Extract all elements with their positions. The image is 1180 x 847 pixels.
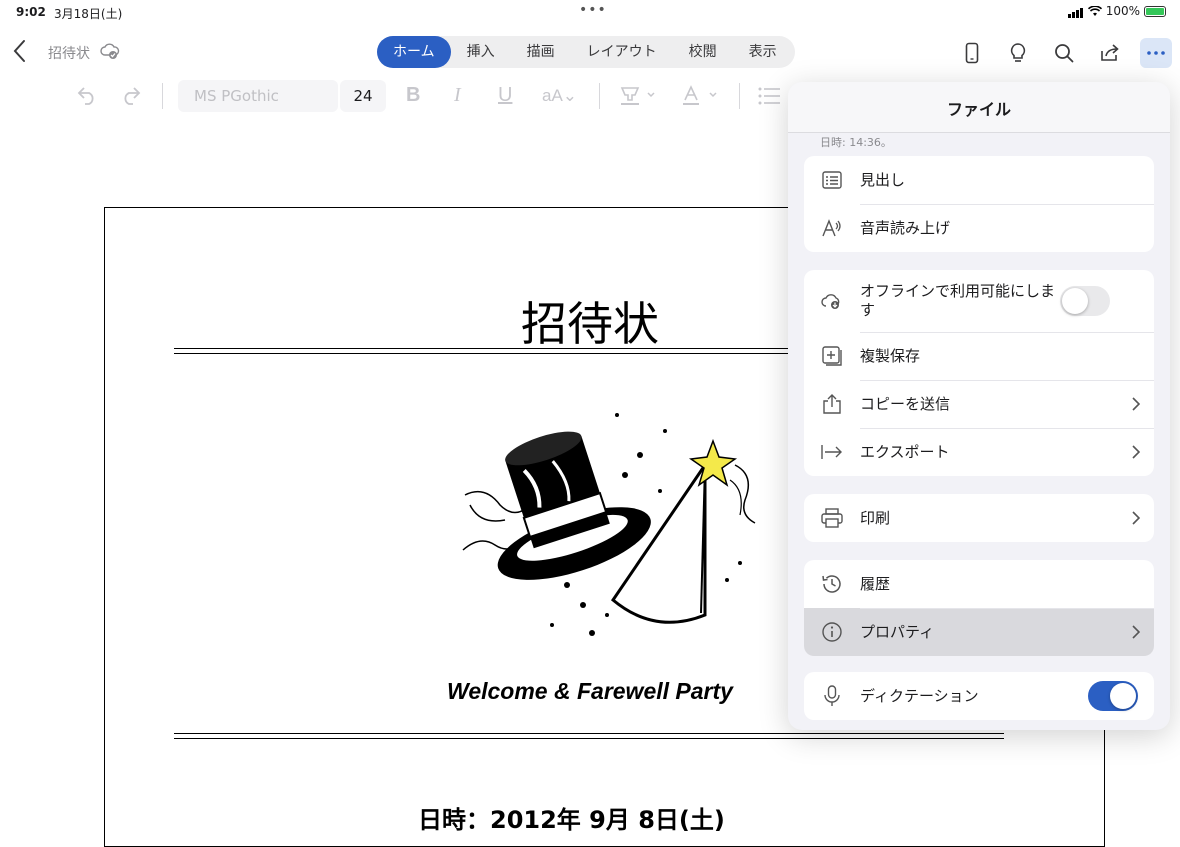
status-date: 3月18日(土) <box>54 7 123 21</box>
back-button[interactable] <box>12 38 28 68</box>
offline-item: オフラインで利用可能にします <box>804 270 1154 332</box>
upload-share-icon <box>804 393 860 415</box>
search-button[interactable] <box>1048 38 1080 68</box>
lightbulb-icon <box>1010 43 1026 62</box>
save-copy-item[interactable]: 複製保存 <box>804 332 1154 380</box>
battery-percent: 100% <box>1105 4 1140 18</box>
tab-insert[interactable]: 挿入 <box>451 36 511 68</box>
print-label: 印刷 <box>860 508 891 527</box>
chevron-left-icon <box>13 40 25 62</box>
toolbar-divider <box>162 83 163 109</box>
phone-icon <box>965 42 979 64</box>
status-bar: 9:02 3月18日(土) ••• 100% <box>0 0 1180 24</box>
chevron-right-icon <box>1118 397 1154 411</box>
tab-draw[interactable]: 描画 <box>511 36 571 68</box>
history-icon <box>804 573 860 595</box>
read-aloud-icon <box>804 218 860 238</box>
bullet-list-icon[interactable] <box>758 86 780 111</box>
panel-title: ファイル <box>946 100 1011 119</box>
save-copy-icon <box>804 345 860 367</box>
tab-review[interactable]: 校閲 <box>673 36 733 68</box>
ellipsis-icon <box>1147 51 1165 55</box>
group-navigation: 見出し 音声読み上げ <box>804 156 1154 252</box>
history-item[interactable]: 履歴 <box>804 560 1154 608</box>
panel-header: ファイル <box>788 82 1170 133</box>
toolbar-divider <box>599 83 600 109</box>
file-menu-panel: ファイル 日時: 14:36。 見出し 音声読み上げ オフラインで利用可能にしま… <box>788 82 1170 730</box>
redo-icon[interactable] <box>120 84 142 111</box>
wifi-icon <box>1087 5 1102 16</box>
read-aloud-item[interactable]: 音声読み上げ <box>804 204 1154 252</box>
properties-item[interactable]: プロパティ <box>804 608 1154 656</box>
font-size-adjust-icon[interactable]: aA⌄ <box>542 86 577 106</box>
microphone-icon <box>804 685 860 707</box>
group-file-actions: オフラインで利用可能にします 複製保存 コピーを送信 エクスポート <box>804 270 1154 476</box>
status-right: 100% <box>1067 4 1166 18</box>
send-copy-label: コピーを送信 <box>860 394 951 413</box>
panel-subtext: 日時: 14:36。 <box>820 136 892 149</box>
dictation-item: ディクテーション <box>804 672 1154 720</box>
status-time: 9:02 <box>16 5 46 19</box>
bold-icon[interactable]: B <box>406 84 420 107</box>
toolbar-divider <box>739 83 740 109</box>
tab-layout[interactable]: レイアウト <box>571 36 673 68</box>
font-size-field[interactable]: 24 <box>340 80 386 112</box>
search-icon <box>1055 44 1074 63</box>
headings-item[interactable]: 見出し <box>804 156 1154 204</box>
history-label: 履歴 <box>860 574 891 593</box>
info-icon <box>804 621 860 643</box>
cloud-saved-icon[interactable] <box>100 42 120 64</box>
highlighter-icon[interactable] <box>618 84 658 111</box>
font-name-field[interactable]: MS PGothic <box>178 80 338 112</box>
export-item[interactable]: エクスポート <box>804 428 1154 476</box>
cloud-download-icon <box>804 292 860 310</box>
ideas-button[interactable] <box>1002 38 1034 68</box>
battery-icon <box>1144 5 1166 17</box>
more-options-button[interactable] <box>1140 38 1172 68</box>
list-icon <box>804 171 860 189</box>
dictation-label: ディクテーション <box>860 686 979 705</box>
party-hats-clipart[interactable] <box>455 405 775 649</box>
italic-icon[interactable]: I <box>454 84 461 107</box>
print-item[interactable]: 印刷 <box>804 494 1154 542</box>
tab-view[interactable]: 表示 <box>733 36 793 68</box>
document-title[interactable]: 招待状 <box>48 43 90 63</box>
chevron-right-icon <box>1118 625 1154 639</box>
tab-home[interactable]: ホーム <box>377 36 451 68</box>
export-icon <box>804 444 860 460</box>
font-color-icon[interactable] <box>680 84 722 111</box>
share-button[interactable] <box>1094 38 1126 68</box>
group-print: 印刷 <box>804 494 1154 542</box>
chevron-right-icon <box>1118 511 1154 525</box>
share-icon <box>1101 44 1119 61</box>
export-label: エクスポート <box>860 442 950 461</box>
headings-label: 見出し <box>860 170 906 189</box>
offline-toggle[interactable] <box>1060 286 1110 316</box>
group-dictation: ディクテーション <box>804 672 1154 720</box>
printer-icon <box>804 508 860 528</box>
offline-label: オフラインで利用可能にします <box>860 282 1056 319</box>
event-date-line[interactable]: 日時：2012年 9月 8日(土) <box>418 800 725 835</box>
double-rule-bottom <box>174 733 1004 739</box>
send-copy-item[interactable]: コピーを送信 <box>804 380 1154 428</box>
cellular-signal-icon <box>1067 4 1084 18</box>
undo-icon[interactable] <box>76 84 98 111</box>
ribbon-tabs: ホーム 挿入 描画 レイアウト 校閲 表示 <box>377 36 795 68</box>
multitasking-dots-icon[interactable]: ••• <box>579 2 607 18</box>
underline-icon[interactable]: U <box>498 84 512 107</box>
chevron-right-icon <box>1118 445 1154 459</box>
group-info: 履歴 プロパティ <box>804 560 1154 656</box>
mobile-view-button[interactable] <box>956 38 988 68</box>
read-aloud-label: 音声読み上げ <box>860 218 951 237</box>
save-copy-label: 複製保存 <box>860 346 921 365</box>
dictation-toggle[interactable] <box>1088 681 1138 711</box>
properties-label: プロパティ <box>860 622 935 641</box>
